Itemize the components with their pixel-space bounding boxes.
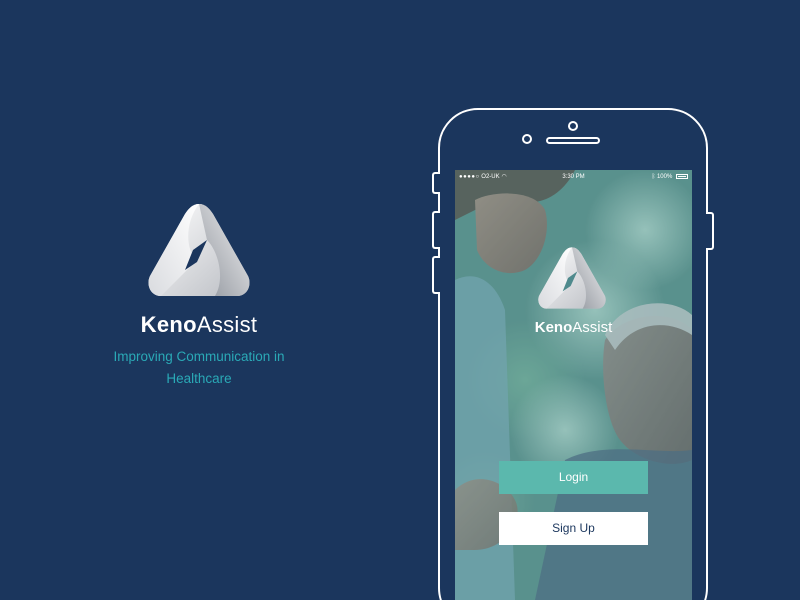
status-right: ᛒ 100% [652, 170, 688, 184]
status-bar: ●●●●○ O2-UK ◠ 3:30 PM ᛒ 100% [455, 170, 692, 184]
brand-name-bold: Keno [140, 312, 197, 337]
phone-camera-icon [568, 121, 578, 131]
phone-volume-down-button [432, 256, 440, 294]
brand-name: KenoAssist [98, 312, 300, 338]
tagline-line-2: Healthcare [166, 371, 232, 386]
triangle-ribbon-logo-icon [148, 204, 250, 296]
phone-power-button [706, 212, 714, 250]
login-button[interactable]: Login [499, 461, 648, 494]
battery-percent: 100% [656, 174, 673, 180]
sign-up-button[interactable]: Sign Up [499, 512, 648, 545]
tagline: Improving Communication in Healthcare [98, 346, 300, 390]
phone-screen: ●●●●○ O2-UK ◠ 3:30 PM ᛒ 100% KenoAssist … [455, 170, 692, 600]
screen-brand-name: KenoAssist [455, 319, 692, 337]
brand-block: KenoAssist Improving Communication in He… [98, 200, 300, 390]
battery-icon [676, 173, 688, 179]
phone-sensor-icon [522, 134, 532, 144]
phone-speaker [546, 137, 600, 144]
brand-name-light: Assist [196, 312, 258, 337]
phone-mute-switch [432, 172, 440, 194]
page: KenoAssist Improving Communication in He… [0, 0, 800, 600]
screen-brand-light: Assist [572, 319, 613, 336]
screen-brand-bold: Keno [534, 319, 573, 336]
screen-logo-icon [538, 247, 606, 309]
bluetooth-icon: ᛒ [651, 174, 656, 180]
tagline-line-1: Improving Communication in [113, 349, 285, 364]
phone-volume-up-button [432, 211, 440, 249]
